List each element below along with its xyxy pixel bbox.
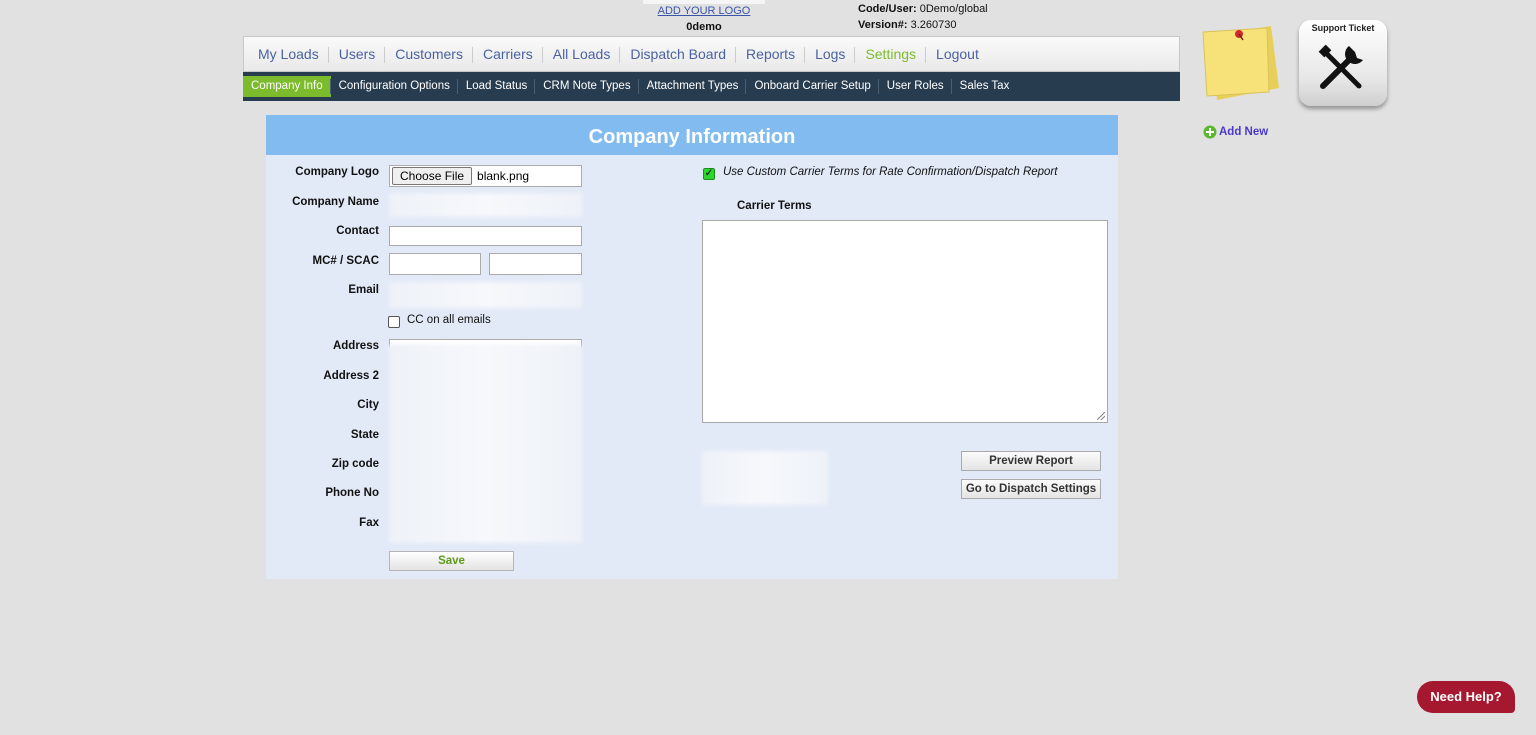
label-city: City	[357, 399, 379, 411]
subnav-configuration-options[interactable]: Configuration Options	[331, 76, 459, 97]
subnav-crm-note-types[interactable]: CRM Note Types	[535, 76, 639, 97]
plus-circle-icon	[1203, 125, 1217, 139]
custom-terms-checkbox[interactable]: ✓	[703, 168, 715, 180]
contact-field[interactable]	[389, 226, 582, 246]
nav-logout[interactable]: Logout	[926, 46, 989, 62]
code-user-label: Code/User:	[858, 3, 917, 15]
email-field[interactable]	[389, 282, 582, 308]
subnav-onboard-carrier-setup[interactable]: Onboard Carrier Setup	[746, 76, 880, 97]
add-new-link[interactable]: Add New	[1203, 125, 1268, 139]
label-phone-no: Phone No	[325, 487, 379, 499]
go-to-dispatch-settings-button[interactable]: Go to Dispatch Settings	[961, 479, 1101, 499]
label-company-logo: Company Logo	[295, 166, 379, 178]
custom-terms-label: Use Custom Carrier Terms for Rate Confir…	[723, 166, 1058, 178]
panel-title: Company Information	[266, 115, 1118, 155]
save-button[interactable]: Save	[389, 551, 514, 571]
add-logo-link[interactable]: ADD YOUR LOGO	[643, 5, 765, 17]
carrier-terms-textarea[interactable]	[702, 220, 1108, 423]
label-company-name: Company Name	[292, 196, 379, 208]
label-address-2: Address 2	[323, 370, 379, 382]
company-code: 0demo	[686, 21, 722, 33]
selected-file-name: blank.png	[477, 169, 530, 183]
carrier-terms-label: Carrier Terms	[737, 200, 812, 212]
nav-settings[interactable]: Settings	[855, 46, 926, 63]
nav-reports[interactable]: Reports	[736, 46, 806, 63]
version-label: Version#:	[858, 19, 908, 31]
resize-handle-icon[interactable]	[1097, 412, 1105, 420]
label-fax: Fax	[359, 517, 379, 529]
address-details-fields[interactable]	[389, 344, 582, 543]
company-info-panel: Company Information Company Logo Company…	[266, 115, 1118, 579]
subnav-sales-tax[interactable]: Sales Tax	[952, 76, 1018, 97]
label-mc-scac: MC# / SCAC	[312, 255, 379, 267]
logo-area: ADD YOUR LOGO 0demo	[643, 0, 765, 33]
preview-report-button[interactable]: Preview Report	[961, 451, 1101, 471]
support-ticket-label: Support Ticket	[1311, 23, 1375, 33]
cc-all-emails-checkbox[interactable]	[388, 316, 400, 328]
code-user-info: Code/User: 0Demo/global	[858, 3, 988, 15]
subnav-company-info[interactable]: Company Info	[243, 76, 331, 97]
label-email: Email	[348, 284, 379, 296]
choose-file-button[interactable]: Choose File	[392, 167, 473, 185]
version-value: 3.260730	[910, 19, 957, 31]
mc-number-field[interactable]	[389, 253, 481, 275]
nav-dispatch-board[interactable]: Dispatch Board	[620, 46, 736, 63]
label-address: Address	[332, 340, 379, 352]
logo-preview-image	[702, 451, 828, 505]
label-state: State	[350, 429, 379, 441]
version-info: Version#: 3.260730	[858, 19, 956, 31]
nav-carriers[interactable]: Carriers	[473, 46, 543, 63]
nav-customers[interactable]: Customers	[385, 46, 473, 63]
label-zip-code: Zip code	[331, 458, 379, 470]
company-name-field[interactable]	[389, 193, 582, 217]
support-ticket-button[interactable]: Support Ticket	[1299, 20, 1387, 106]
nav-all-loads[interactable]: All Loads	[543, 46, 621, 63]
nav-my-loads[interactable]: My Loads	[248, 46, 329, 63]
nav-users[interactable]: Users	[329, 46, 386, 63]
nav-logs[interactable]: Logs	[805, 46, 856, 63]
company-logo-file-input[interactable]: Choose File blank.png	[389, 165, 582, 187]
subnav-attachment-types[interactable]: Attachment Types	[639, 76, 747, 97]
tools-icon	[1318, 44, 1363, 89]
settings-sub-nav: Company Info Configuration Options Load …	[243, 72, 1180, 101]
main-nav: My Loads Users Customers Carriers All Lo…	[243, 36, 1180, 72]
add-new-label: Add New	[1219, 126, 1269, 138]
logo-placeholder	[643, 0, 765, 4]
scac-field[interactable]	[489, 253, 582, 275]
sticky-note-icon[interactable]	[1199, 22, 1285, 106]
cc-all-emails-label: CC on all emails	[407, 314, 491, 326]
subnav-user-roles[interactable]: User Roles	[879, 76, 952, 97]
subnav-load-status[interactable]: Load Status	[458, 76, 536, 97]
label-contact: Contact	[336, 225, 379, 237]
need-help-button[interactable]: Need Help?	[1417, 681, 1515, 713]
code-user-value: 0Demo/global	[919, 3, 988, 15]
